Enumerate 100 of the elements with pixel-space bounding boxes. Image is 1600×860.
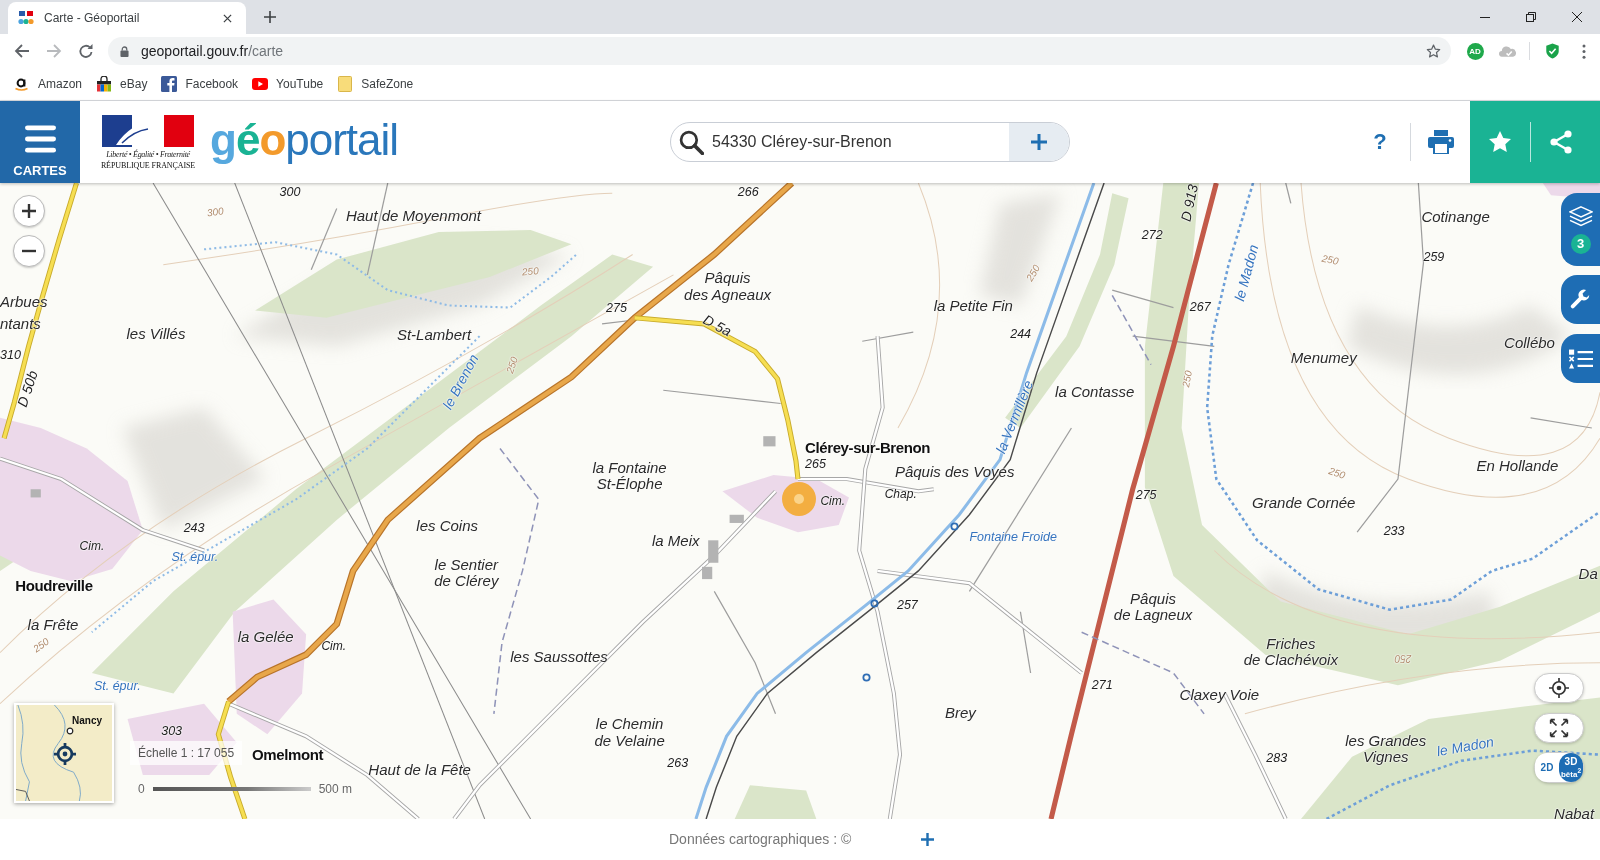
site-favicon-icon xyxy=(18,10,34,26)
view-mode-button[interactable]: 3D bêta$^{2}$ xyxy=(1559,753,1583,782)
close-window-icon[interactable] xyxy=(1572,12,1582,22)
bookmark-link[interactable]: eBay xyxy=(96,76,148,92)
reload-icon[interactable] xyxy=(78,43,94,59)
water-feature-label: St. épur. xyxy=(93,680,141,695)
road-label: D 50b xyxy=(14,369,41,410)
place-label: les Villés xyxy=(126,325,186,343)
restore-icon[interactable] xyxy=(1526,12,1536,22)
tools-button[interactable] xyxy=(1561,275,1600,324)
elevation-label: 233 xyxy=(1383,525,1405,539)
menu-icon xyxy=(24,125,56,153)
river-label: le Madon xyxy=(1435,734,1495,760)
plus-icon[interactable] xyxy=(921,832,935,846)
water-feature-label: Fontaine Froide xyxy=(969,531,1057,546)
target-icon xyxy=(54,743,76,765)
place-label: le Sentier de Clérey xyxy=(434,556,499,590)
map-abbreviation-label: Cim. xyxy=(321,640,347,655)
back-arrow-icon[interactable] xyxy=(14,43,30,59)
elevation-label: 275 xyxy=(1135,489,1157,504)
place-label: Claxey Voie xyxy=(1179,687,1260,704)
building xyxy=(702,566,713,580)
address-field[interactable]: geoportail.gouv.fr/carte xyxy=(108,37,1451,65)
road-label: D 5a xyxy=(700,312,734,340)
help-button[interactable]: ? xyxy=(1365,124,1395,160)
locate-icon xyxy=(1549,678,1569,698)
layers-icon xyxy=(1568,205,1593,228)
place-label: la Contasse xyxy=(1055,384,1135,401)
building xyxy=(708,540,719,563)
city-label: Nancy xyxy=(72,715,102,726)
place-label: Da xyxy=(1578,565,1598,583)
place-label: Brey xyxy=(944,704,976,722)
place-label: la Frête xyxy=(27,616,79,634)
cloud-check-icon[interactable] xyxy=(1498,43,1516,59)
track xyxy=(1285,183,1292,205)
city-dot-icon xyxy=(66,727,74,735)
shopping-bag-icon xyxy=(96,76,113,92)
search-field[interactable]: 54330 Clérey-sur-Brenon xyxy=(670,122,1070,162)
legend-list-icon xyxy=(1568,347,1593,370)
town-label: Omelmont xyxy=(252,746,323,763)
place-label: les Saussottes xyxy=(510,648,608,665)
facebook-logo-icon xyxy=(161,76,178,92)
road-label: D 913 xyxy=(1178,183,1202,224)
place-label: la Fontaine St-Élophe xyxy=(592,459,667,493)
elevation-label: 283 xyxy=(1266,751,1288,766)
video-play-icon xyxy=(252,76,269,92)
scale-start-label: 0 xyxy=(138,782,145,796)
legend-button[interactable] xyxy=(1561,334,1600,383)
overview-map[interactable]: Nancy xyxy=(14,703,114,803)
place-label: la Petite Fin xyxy=(933,297,1013,314)
elevation-label: 257 xyxy=(896,598,918,613)
browser-tab[interactable]: Carte - Géoportail xyxy=(8,2,246,34)
search-value: 54330 Clérey-sur-Brenon xyxy=(712,133,892,151)
contour-label: 250 xyxy=(1394,652,1412,664)
elevation-label: 265 xyxy=(805,457,826,472)
contour-label: 250 xyxy=(1321,252,1340,267)
track xyxy=(310,207,338,271)
bookmark-star-icon[interactable] xyxy=(1426,43,1441,59)
place-label: Collébo xyxy=(1504,335,1555,352)
layers-count-badge: 3 xyxy=(1570,233,1591,254)
contour-label: 250 xyxy=(1327,465,1347,481)
place-label: Grande Cornée xyxy=(1252,494,1356,511)
contour-label: 300 xyxy=(206,204,225,219)
elevation-label: 267 xyxy=(1189,300,1211,315)
elevation-label: 275 xyxy=(606,301,627,316)
track xyxy=(1530,417,1593,429)
republic-name-text: RÉPUBLIQUE FRANÇAISE xyxy=(100,160,196,170)
print-icon xyxy=(1428,130,1454,154)
contour-label: 250 xyxy=(504,355,521,375)
plus-icon xyxy=(22,204,36,218)
contour-label: 250 xyxy=(1179,369,1194,389)
place-label: Menumey xyxy=(1290,349,1357,366)
bookmark-link[interactable]: Facebook xyxy=(161,76,239,92)
share-icon xyxy=(1549,130,1573,154)
bookmark-link[interactable]: SafeZone xyxy=(337,76,414,92)
motto-text: Liberté • Égalité • Fraternité xyxy=(106,149,190,159)
place-label: Nabat xyxy=(1554,805,1595,819)
site-logo[interactable]: géoportail xyxy=(210,118,414,166)
map-abbreviation-label: Chap. xyxy=(884,488,917,502)
place-label: Pâquis de Lagneux xyxy=(1113,590,1193,624)
plus-icon xyxy=(1030,133,1048,151)
water-point-icon xyxy=(950,522,959,531)
elevation-label: 272 xyxy=(1141,229,1163,243)
town-label: Clérey-sur-Brenon xyxy=(805,440,930,457)
new-tab-icon[interactable] xyxy=(264,11,276,23)
elevation-label: 263 xyxy=(667,757,689,771)
building xyxy=(729,514,744,523)
add-button[interactable] xyxy=(1009,123,1069,161)
contour-label: 250 xyxy=(30,636,51,655)
menu-button[interactable]: CARTES xyxy=(0,101,80,183)
bookmark-link[interactable]: Amazon xyxy=(14,76,83,92)
close-tab-icon[interactable] xyxy=(223,13,232,23)
track xyxy=(861,331,914,342)
place-label: Cotinange xyxy=(1421,208,1490,225)
elevation-label: 244 xyxy=(1010,328,1032,342)
shield-check-icon[interactable] xyxy=(1543,43,1561,59)
elevation-label: 271 xyxy=(1091,679,1113,694)
more-menu-icon[interactable] xyxy=(1582,43,1586,59)
water-point-icon xyxy=(870,599,879,608)
bookmark-link[interactable]: YouTube xyxy=(252,76,324,92)
